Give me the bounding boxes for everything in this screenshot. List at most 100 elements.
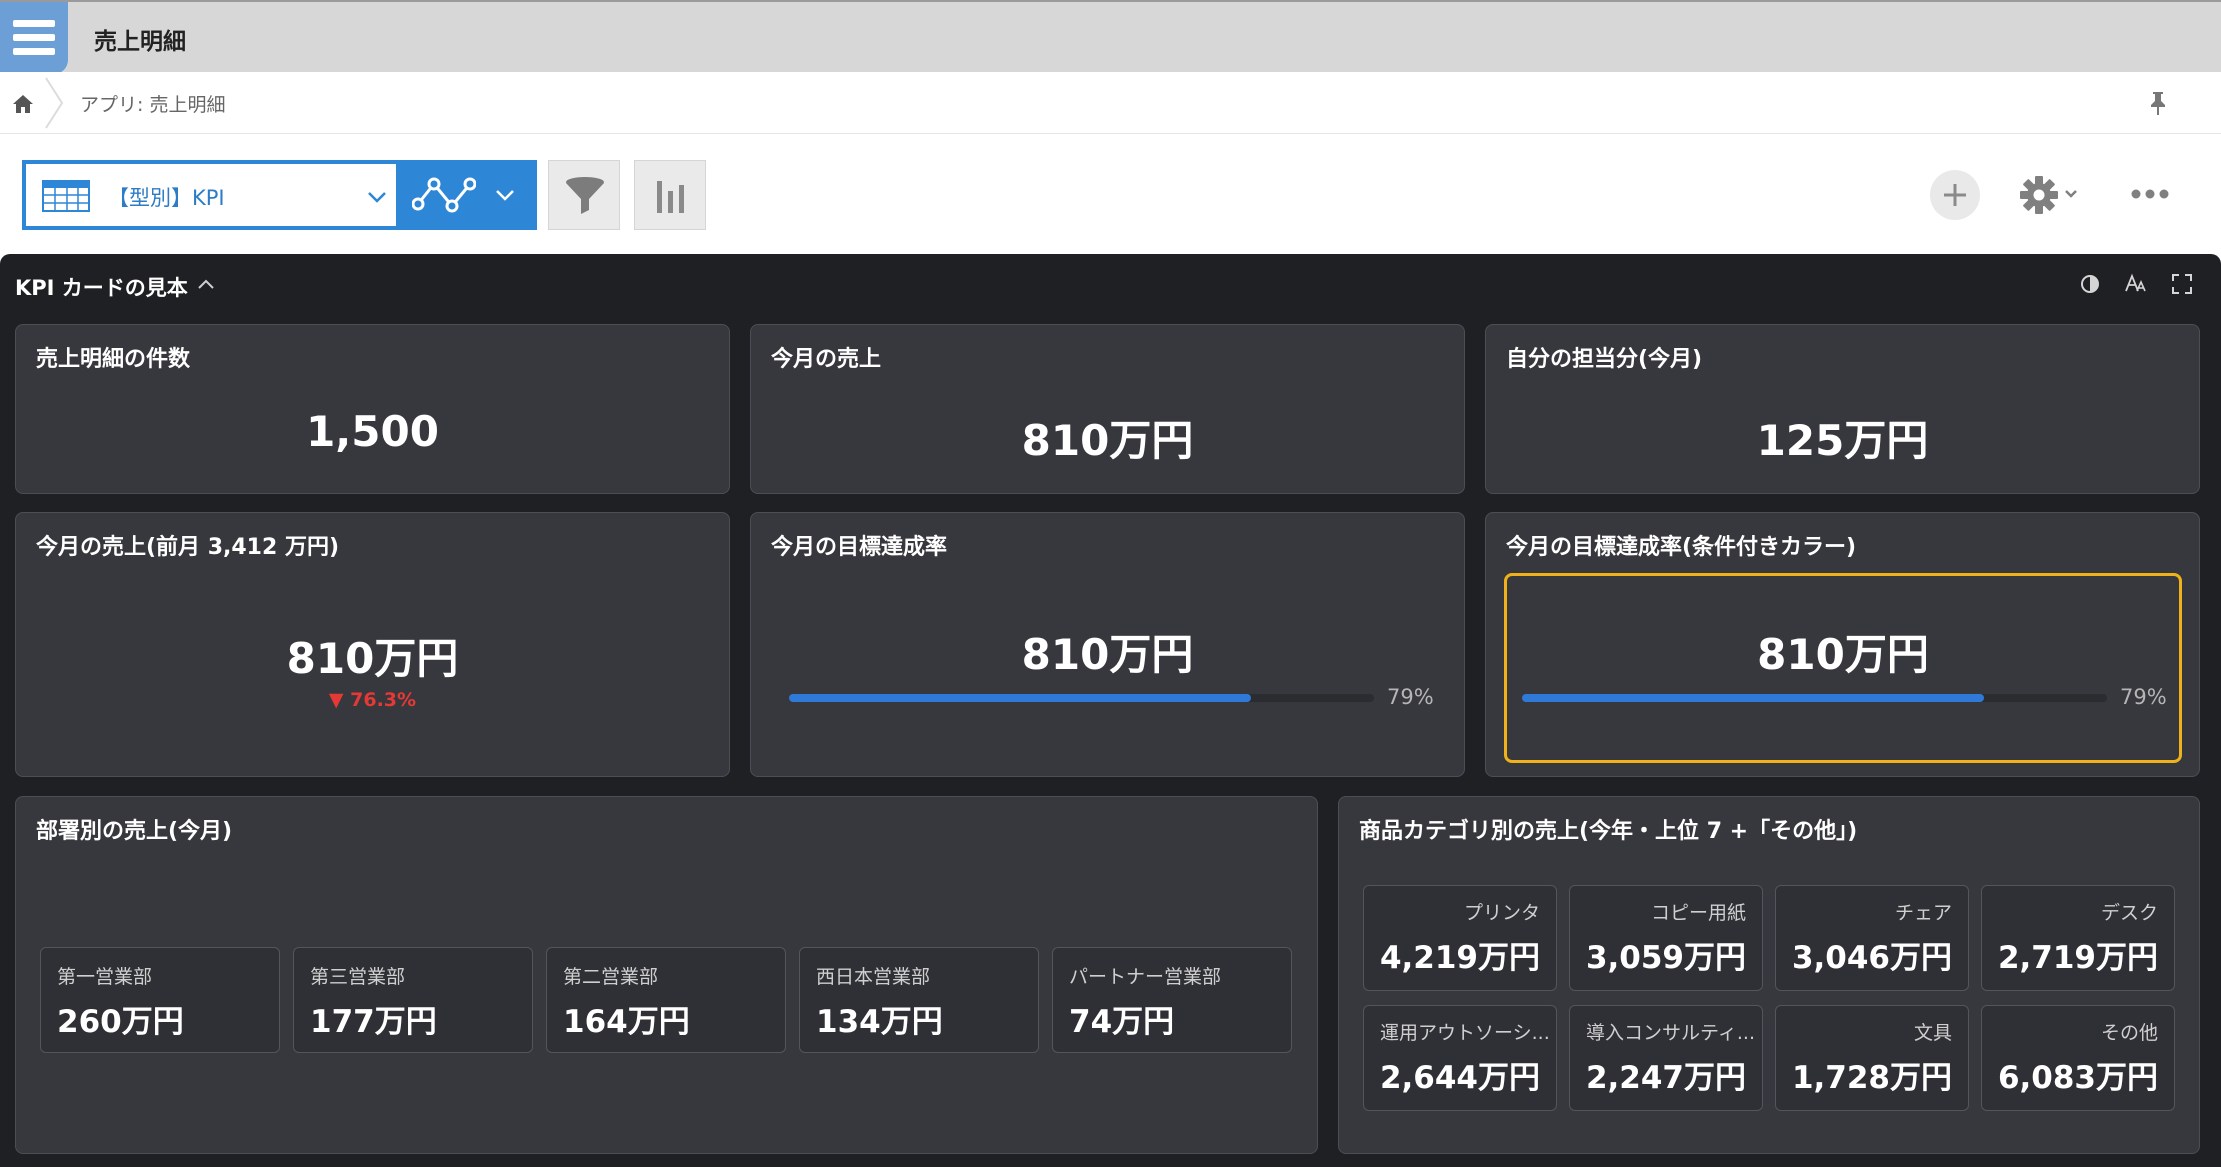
category-name: プリンタ <box>1463 902 1540 924</box>
progress-bar <box>789 694 1374 702</box>
kpi-card-title: 今月の目標達成率(条件付きカラー) <box>1506 535 1857 560</box>
fullscreen-icon[interactable] <box>2170 272 2194 296</box>
category-sales-value: 3,059万円 <box>1585 940 1746 976</box>
dept-sales-item: 第二営業部 164万円 <box>546 947 786 1053</box>
category-sales-value: 2,644万円 <box>1379 1060 1540 1096</box>
progress-bar <box>1522 694 2107 702</box>
conditional-highlight-box: 810万円 79% <box>1504 573 2182 763</box>
dept-sales-value: 134万円 <box>816 1004 943 1040</box>
dept-sales-value: 74万円 <box>1069 1004 1175 1040</box>
category-sales-item: 文具 1,728万円 <box>1775 1005 1969 1111</box>
dept-sales-item: 第三営業部 177万円 <box>293 947 533 1053</box>
category-sales-item: チェア 3,046万円 <box>1775 885 1969 991</box>
dept-name: 第二営業部 <box>563 966 659 988</box>
kpi-card-title: 今月の目標達成率 <box>771 535 948 560</box>
category-name: コピー用紙 <box>1650 902 1746 924</box>
breadcrumb-separator-icon <box>45 77 64 129</box>
contrast-icon[interactable] <box>2078 272 2102 296</box>
breadcrumb: アプリ: 売上明細 <box>0 72 2221 134</box>
kpi-card-target-rate: 今月の目標達成率 810万円 79% <box>750 512 1465 777</box>
kpi-card-value: 810万円 <box>286 634 459 683</box>
chevron-up-icon[interactable] <box>196 276 216 292</box>
dashboard-panel: KPI カードの見本 売上明細の件数 1,500 今月の売上 810万円 自分の… <box>0 254 2221 1167</box>
kpi-card-value: 125万円 <box>1756 416 1929 465</box>
category-name: その他 <box>2100 1022 2158 1044</box>
kpi-card-count: 売上明細の件数 1,500 <box>15 324 730 494</box>
category-sales-value: 2,247万円 <box>1585 1060 1746 1096</box>
graph-icon <box>412 177 476 213</box>
menu-icon[interactable] <box>0 2 68 74</box>
filter-icon <box>566 177 604 214</box>
more-icon[interactable] <box>2128 174 2172 214</box>
kpi-card-value: 810万円 <box>1021 416 1194 465</box>
dept-sales-value: 260万円 <box>57 1004 184 1040</box>
kpi-card-title: 売上明細の件数 <box>36 347 191 372</box>
app-title: 売上明細 <box>94 29 186 55</box>
category-sales-value: 6,083万円 <box>1997 1060 2158 1096</box>
app-window: 売上明細 アプリ: 売上明細 【型別】KPI KPI カードの見本 売上明細の件… <box>0 0 2221 1167</box>
kpi-card-my-share: 自分の担当分(今月) 125万円 <box>1485 324 2200 494</box>
dept-name: 西日本営業部 <box>816 966 931 988</box>
pin-icon[interactable] <box>2148 90 2168 116</box>
kpi-card-delta: ▼ 76.3% <box>328 689 417 711</box>
dept-name: 第三営業部 <box>310 966 406 988</box>
view-select-label: 【型別】KPI <box>108 186 225 210</box>
progress-bar-fill <box>1522 694 1985 702</box>
kpi-card-sales-month: 今月の売上 810万円 <box>750 324 1465 494</box>
category-name: チェア <box>1894 902 1952 924</box>
dept-sales-item: パートナー営業部 74万円 <box>1052 947 1292 1053</box>
kpi-card-target-rate-conditional: 今月の目標達成率(条件付きカラー) 810万円 79% <box>1485 512 2200 777</box>
category-sales-title: 商品カテゴリ別の売上(今年・上位 7 +「その他」) <box>1359 819 1858 844</box>
filter-button[interactable] <box>548 160 620 230</box>
category-sales-item: デスク 2,719万円 <box>1981 885 2175 991</box>
dept-sales-value: 177万円 <box>310 1004 437 1040</box>
kpi-card-title: 自分の担当分(今月) <box>1506 347 1703 372</box>
dashboard-title: KPI カードの見本 <box>15 276 188 300</box>
progress-percent: 79% <box>2120 685 2167 709</box>
category-sales-item: プリンタ 4,219万円 <box>1363 885 1557 991</box>
category-sales-value: 4,219万円 <box>1379 940 1540 976</box>
add-record-button[interactable] <box>1930 170 1980 220</box>
kpi-card-value: 1,500 <box>306 407 439 456</box>
gear-icon[interactable] <box>2016 170 2086 220</box>
title-bar: 売上明細 <box>0 0 2221 74</box>
category-sales-item: コピー用紙 3,059万円 <box>1569 885 1763 991</box>
kpi-card-value: 810万円 <box>1757 630 1929 679</box>
kpi-card-title: 今月の売上 <box>771 347 882 372</box>
dept-sales-title: 部署別の売上(今月) <box>36 819 233 844</box>
category-name: 導入コンサルティ... <box>1586 1022 1755 1044</box>
kpi-card-value: 810万円 <box>1021 630 1194 679</box>
chart-button[interactable] <box>634 160 706 230</box>
dept-name: パートナー営業部 <box>1069 966 1222 988</box>
kpi-card-title: 今月の売上(前月 3,412 万円) <box>36 535 340 560</box>
bar-chart-icon <box>657 181 684 213</box>
breadcrumb-app-link[interactable]: アプリ: 売上明細 <box>80 90 225 117</box>
category-sales-value: 2,719万円 <box>1997 940 2158 976</box>
category-sales-item: その他 6,083万円 <box>1981 1005 2175 1111</box>
category-sales-value: 3,046万円 <box>1791 940 1952 976</box>
dept-sales-value: 164万円 <box>563 1004 690 1040</box>
chevron-down-icon <box>368 192 386 203</box>
category-name: デスク <box>2100 902 2158 924</box>
table-icon <box>42 180 90 212</box>
progress-bar-fill <box>789 694 1252 702</box>
progress-percent: 79% <box>1387 685 1434 709</box>
plus-icon <box>1944 184 1966 206</box>
kpi-card-sales-vs-prev: 今月の売上(前月 3,412 万円) 810万円 ▼ 76.3% <box>15 512 730 777</box>
graph-menu-button[interactable] <box>400 160 537 230</box>
category-sales-value: 1,728万円 <box>1791 1060 1952 1096</box>
font-size-icon[interactable] <box>2124 272 2148 296</box>
home-icon[interactable] <box>12 94 34 114</box>
dept-sales-item: 西日本営業部 134万円 <box>799 947 1039 1053</box>
category-name: 文具 <box>1913 1022 1952 1044</box>
dept-name: 第一営業部 <box>57 966 153 988</box>
dept-sales-card: 部署別の売上(今月) 第一営業部 260万円 第三営業部 177万円 第二営業部… <box>15 796 1318 1154</box>
category-sales-item: 運用アウトソーシ... 2,644万円 <box>1363 1005 1557 1111</box>
toolbar: 【型別】KPI <box>0 134 2221 290</box>
view-select[interactable]: 【型別】KPI <box>22 160 400 230</box>
category-sales-card: 商品カテゴリ別の売上(今年・上位 7 +「その他」) プリンタ 4,219万円 … <box>1338 796 2200 1154</box>
dept-sales-item: 第一営業部 260万円 <box>40 947 280 1053</box>
chevron-down-icon <box>496 190 514 201</box>
category-sales-item: 導入コンサルティ... 2,247万円 <box>1569 1005 1763 1111</box>
category-name: 運用アウトソーシ... <box>1380 1022 1550 1044</box>
